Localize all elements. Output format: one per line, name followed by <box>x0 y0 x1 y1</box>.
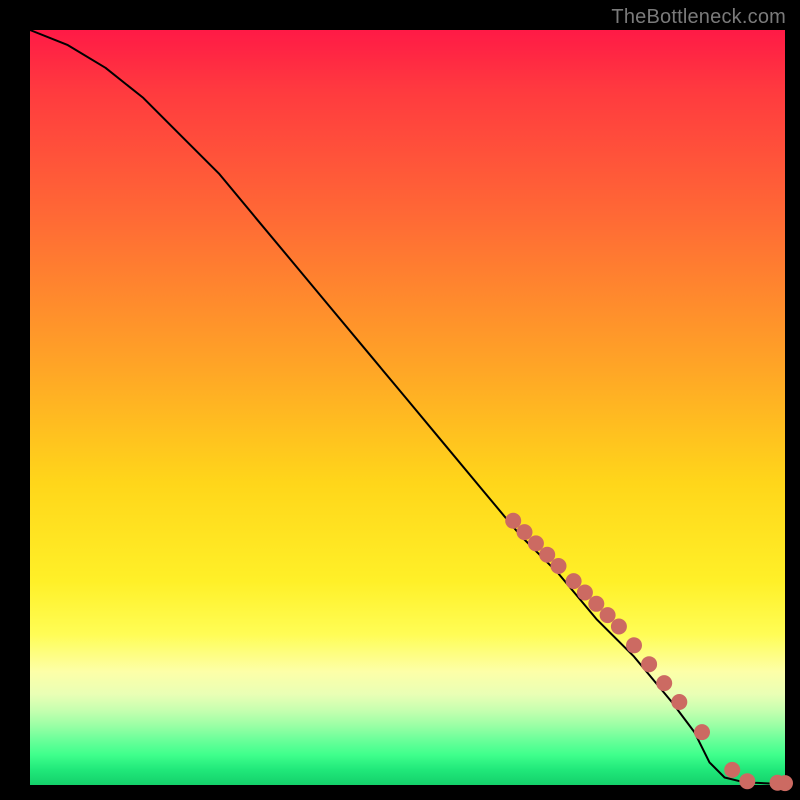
marker-dot <box>739 773 755 789</box>
marker-dots-group <box>505 513 793 791</box>
marker-dot <box>671 694 687 710</box>
marker-dot <box>551 558 567 574</box>
marker-dot <box>626 637 642 653</box>
marker-dot <box>528 535 544 551</box>
marker-dot <box>724 762 740 778</box>
marker-dot <box>656 675 672 691</box>
marker-dot <box>577 585 593 601</box>
plot-area <box>30 30 785 785</box>
marker-dot <box>505 513 521 529</box>
marker-dot <box>539 547 555 563</box>
marker-dot <box>611 619 627 635</box>
chart-stage: TheBottleneck.com <box>0 0 800 800</box>
marker-dot <box>517 524 533 540</box>
series-group <box>30 30 793 791</box>
marker-dot <box>600 607 616 623</box>
marker-dot <box>641 656 657 672</box>
chart-svg <box>30 30 785 785</box>
marker-dot <box>588 596 604 612</box>
attribution-label: TheBottleneck.com <box>611 6 786 29</box>
bottleneck-curve-line <box>30 30 785 784</box>
marker-dot <box>777 775 793 791</box>
marker-dot <box>694 724 710 740</box>
marker-dot <box>566 573 582 589</box>
